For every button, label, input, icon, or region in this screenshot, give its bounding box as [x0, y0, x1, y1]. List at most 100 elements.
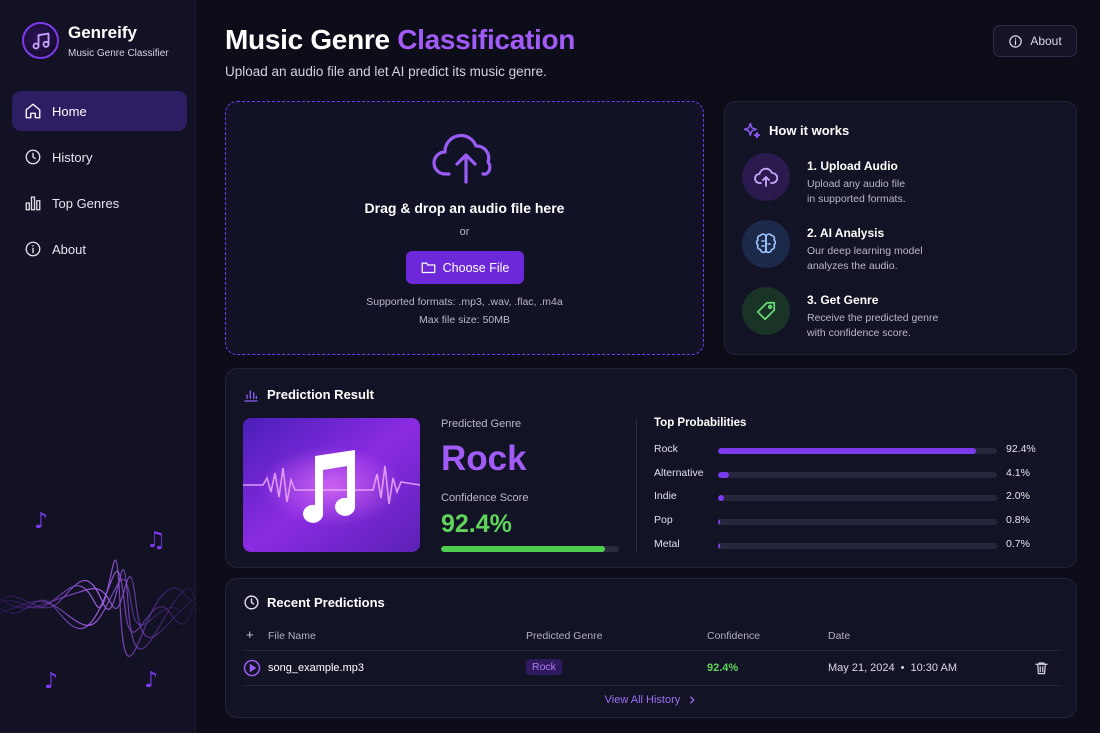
predicted-genre-label: Predicted Genre: [441, 418, 522, 430]
svg-text:♫: ♫: [146, 528, 166, 553]
probability-bar-fill: [718, 495, 724, 501]
probability-bar: [718, 472, 997, 478]
probability-genre: Pop: [654, 514, 673, 526]
column-header-genre[interactable]: Predicted Genre: [526, 630, 602, 642]
probability-row: Pop 0.8%: [654, 514, 1054, 530]
confidence-bar-fill: [441, 546, 606, 552]
probability-row: Rock 92.4%: [654, 443, 1054, 459]
sidebar-item-history[interactable]: History: [12, 137, 187, 177]
sidebar-item-label: Home: [52, 103, 87, 119]
sidebar-nav: Home History Top Genres About: [12, 91, 187, 275]
home-icon: [25, 103, 41, 119]
soundwave-decoration: ♪ ♫ ♪ ♪: [0, 509, 195, 694]
file-name: song_example.mp3: [268, 662, 365, 674]
recent-predictions-card: Recent Predictions + File Name Predicted…: [225, 578, 1077, 718]
top-probabilities-title: Top Probabilities: [654, 417, 747, 429]
step-upload: 1. Upload Audio Upload any audio file in …: [742, 153, 1072, 205]
sidebar-item-home[interactable]: Home: [12, 91, 187, 131]
dropzone-or: or: [459, 226, 470, 238]
step-get-genre: 3. Get Genre Receive the predicted genre…: [742, 287, 1072, 339]
how-it-works-title: How it works: [769, 123, 850, 138]
probability-bar: [718, 543, 997, 549]
page-title-accent: Classification: [397, 24, 576, 55]
sparkles-icon: [743, 122, 761, 139]
probability-bar: [718, 448, 997, 454]
prediction-result-card: Prediction Result Predicted Genre Rock C…: [225, 368, 1077, 568]
recent-predictions-title: Recent Predictions: [267, 595, 385, 610]
svg-text:♪: ♪: [44, 669, 58, 694]
brand-name: Genreify: [68, 22, 137, 42]
probability-value: 92.4%: [1006, 443, 1036, 455]
confidence-cell: 92.4%: [707, 662, 739, 674]
about-button-label: About: [1030, 34, 1062, 48]
sidebar-item-about[interactable]: About: [12, 229, 187, 269]
probability-genre: Indie: [654, 490, 677, 502]
tag-icon: [742, 287, 790, 335]
dropzone-title: Drag & drop an audio file here: [364, 200, 565, 216]
play-icon[interactable]: [243, 659, 261, 677]
supported-formats: Supported formats: .mp3, .wav, .flac, .m…: [366, 296, 563, 308]
divider: [243, 685, 1061, 686]
music-note-icon: [22, 22, 59, 59]
probability-genre: Rock: [654, 443, 678, 455]
probability-bar-fill: [718, 472, 730, 478]
column-header-file-name[interactable]: File Name: [268, 630, 316, 642]
probability-bar: [718, 495, 997, 501]
trash-icon[interactable]: [1034, 660, 1049, 676]
view-all-history-link[interactable]: View All History: [226, 694, 1076, 706]
music-note-icon: ♪ ♫ ♪ ♪: [34, 509, 166, 694]
bar-chart-icon: [244, 390, 258, 402]
plus-icon[interactable]: +: [246, 627, 254, 642]
prediction-result-title: Prediction Result: [267, 387, 374, 402]
probability-value: 4.1%: [1006, 467, 1030, 479]
sidebar-item-label: History: [52, 149, 93, 165]
step-description: Our deep learning model analyzes the audi…: [807, 245, 923, 272]
sidebar-item-top-genres[interactable]: Top Genres: [12, 183, 187, 223]
sidebar: Genreify Music Genre Classifier Home His…: [0, 0, 196, 733]
predicted-genre: Rock: [441, 439, 527, 478]
probability-genre: Metal: [654, 538, 680, 550]
probability-row: Alternative 4.1%: [654, 467, 1054, 483]
clock-icon: [244, 595, 259, 610]
step-description: Upload any audio file in supported format…: [807, 178, 906, 205]
max-file-size: Max file size: 50MB: [418, 314, 511, 326]
choose-file-button[interactable]: Choose File: [406, 251, 524, 284]
column-header-date[interactable]: Date: [828, 630, 850, 642]
confidence-label: Confidence Score: [441, 492, 529, 504]
confidence-bar: [441, 546, 619, 552]
probability-row: Indie 2.0%: [654, 490, 1054, 506]
probability-bar-fill: [718, 519, 721, 525]
page-title-main: Music Genre: [225, 24, 398, 55]
probability-bar-fill: [718, 543, 720, 549]
info-icon: [1009, 34, 1023, 48]
svg-text:♪: ♪: [34, 509, 48, 534]
sidebar-item-label: Top Genres: [52, 195, 120, 211]
divider: [636, 418, 637, 552]
column-header-confidence[interactable]: Confidence: [707, 630, 760, 642]
page-subtitle: Upload an audio file and let AI predict …: [225, 64, 547, 79]
main-content: Music Genre Classification Upload an aud…: [196, 0, 1100, 733]
chevron-right-icon: [690, 696, 695, 704]
step-title: 1. Upload Audio: [807, 159, 898, 173]
brand[interactable]: Genreify Music Genre Classifier: [22, 22, 169, 59]
confidence-value: 92.4%: [441, 510, 512, 538]
probability-bar-fill: [718, 448, 976, 454]
info-icon: [25, 241, 41, 257]
cloud-upload-icon: [432, 133, 492, 184]
how-it-works-card: How it works 1. Upload Audio Upload any …: [724, 101, 1077, 355]
choose-file-label: Choose File: [442, 260, 510, 275]
probability-genre: Alternative: [654, 467, 704, 479]
clock-icon: [25, 149, 41, 165]
probability-value: 0.8%: [1006, 514, 1030, 526]
brain-icon: [742, 220, 790, 268]
album-art: [243, 418, 420, 552]
probability-bar: [718, 519, 997, 525]
probability-row: Metal 0.7%: [654, 538, 1054, 554]
about-button[interactable]: About: [993, 25, 1077, 57]
brand-subtitle: Music Genre Classifier: [68, 47, 169, 59]
sidebar-item-label: About: [52, 241, 86, 257]
step-analysis: 2. AI Analysis Our deep learning model an…: [742, 220, 1072, 272]
svg-text:♪: ♪: [144, 668, 158, 693]
probability-value: 2.0%: [1006, 490, 1030, 502]
upload-dropzone[interactable]: Drag & drop an audio file here or Choose…: [225, 101, 704, 355]
